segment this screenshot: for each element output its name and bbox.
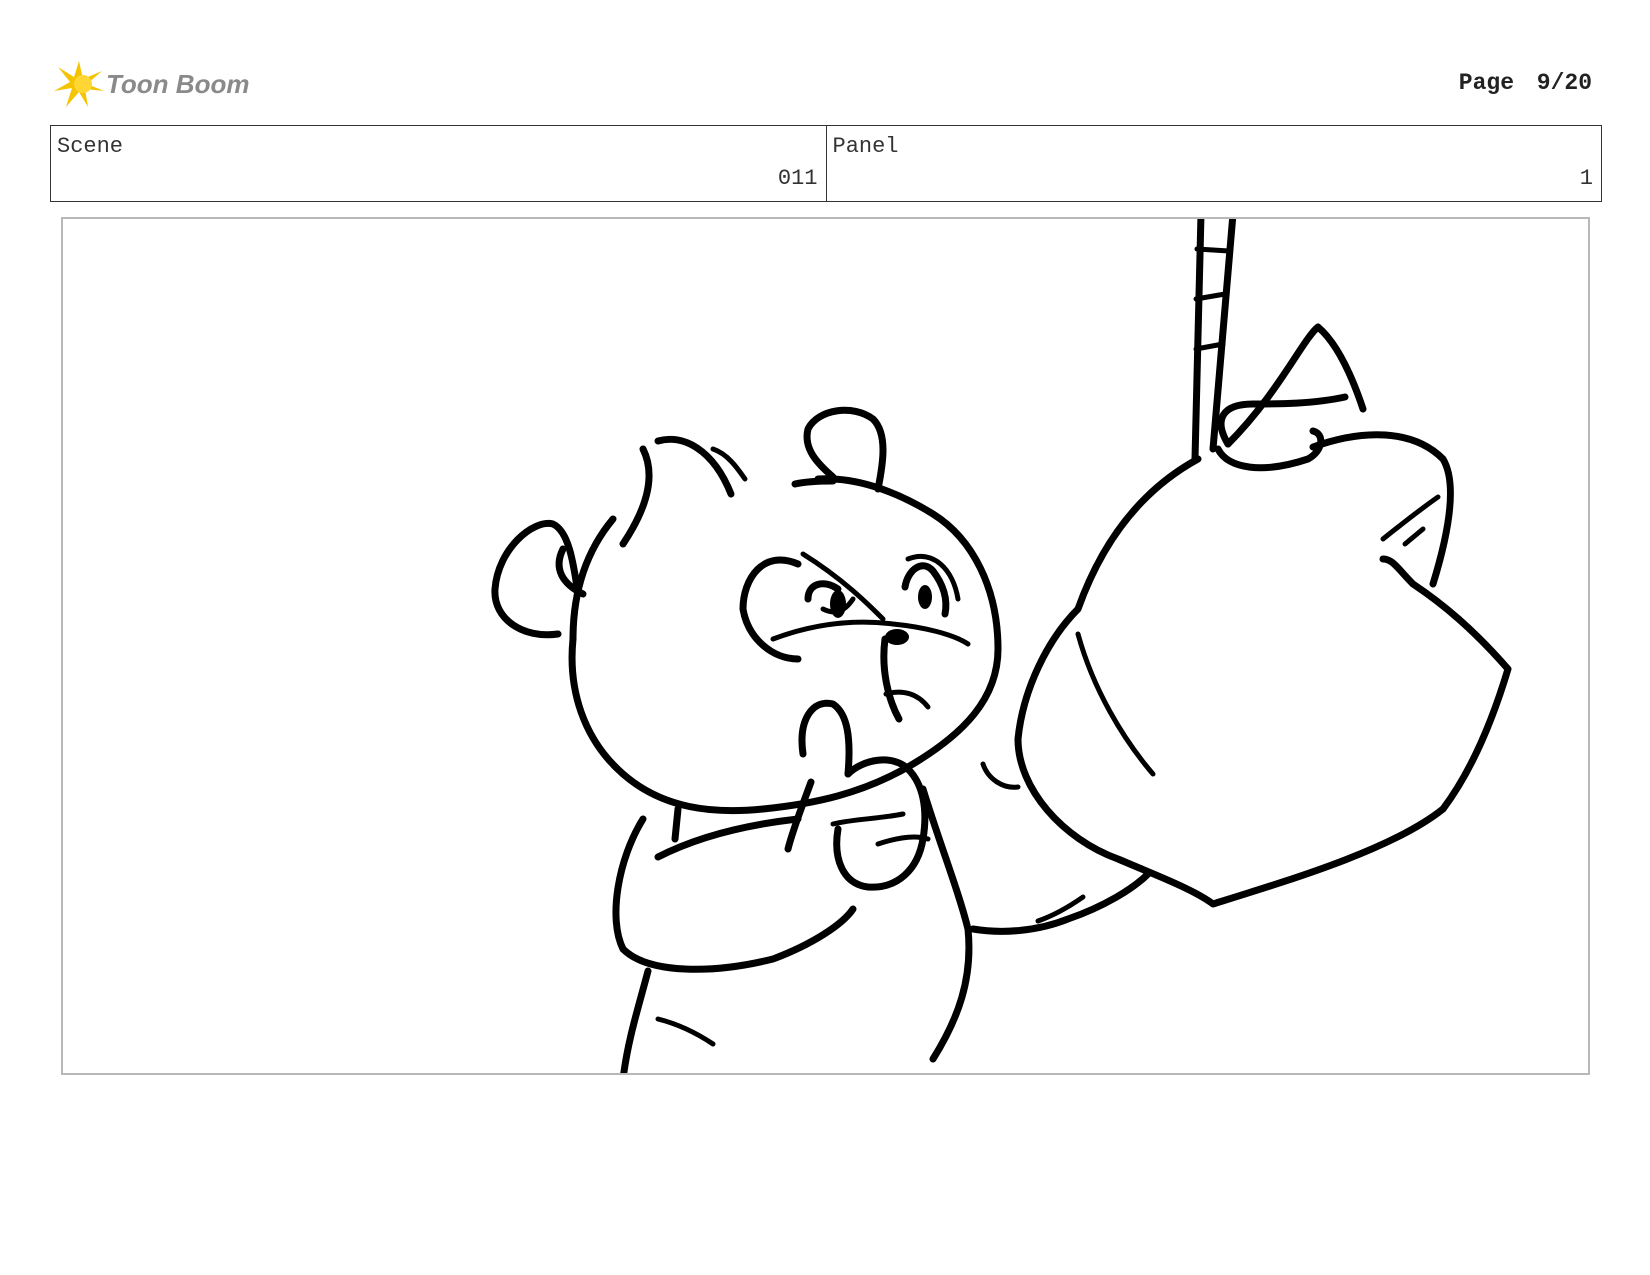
sparkle-burst-icon [54,61,104,107]
bear-hand [784,699,931,891]
logo-text: Toon Boom [106,68,250,99]
toon-boom-logo: Toon Boom [52,56,262,112]
bear-head [491,406,1002,815]
scene-panel-table: Scene 011 Panel 1 [50,125,1602,202]
scene-label: Scene [57,134,124,159]
panel-value: 1 [1579,166,1593,191]
scene-value: 011 [777,166,818,191]
page-label: Page [1458,70,1514,96]
storyboard-panel [61,217,1590,1075]
panel-cell: Panel 1 [827,126,1602,201]
punching-bag [1014,323,1512,908]
panel-sketch [491,219,1512,1073]
panel-label: Panel [832,134,899,159]
page-number: 9/20 [1536,70,1592,96]
scene-cell: Scene 011 [51,126,827,201]
rope [1191,219,1237,463]
